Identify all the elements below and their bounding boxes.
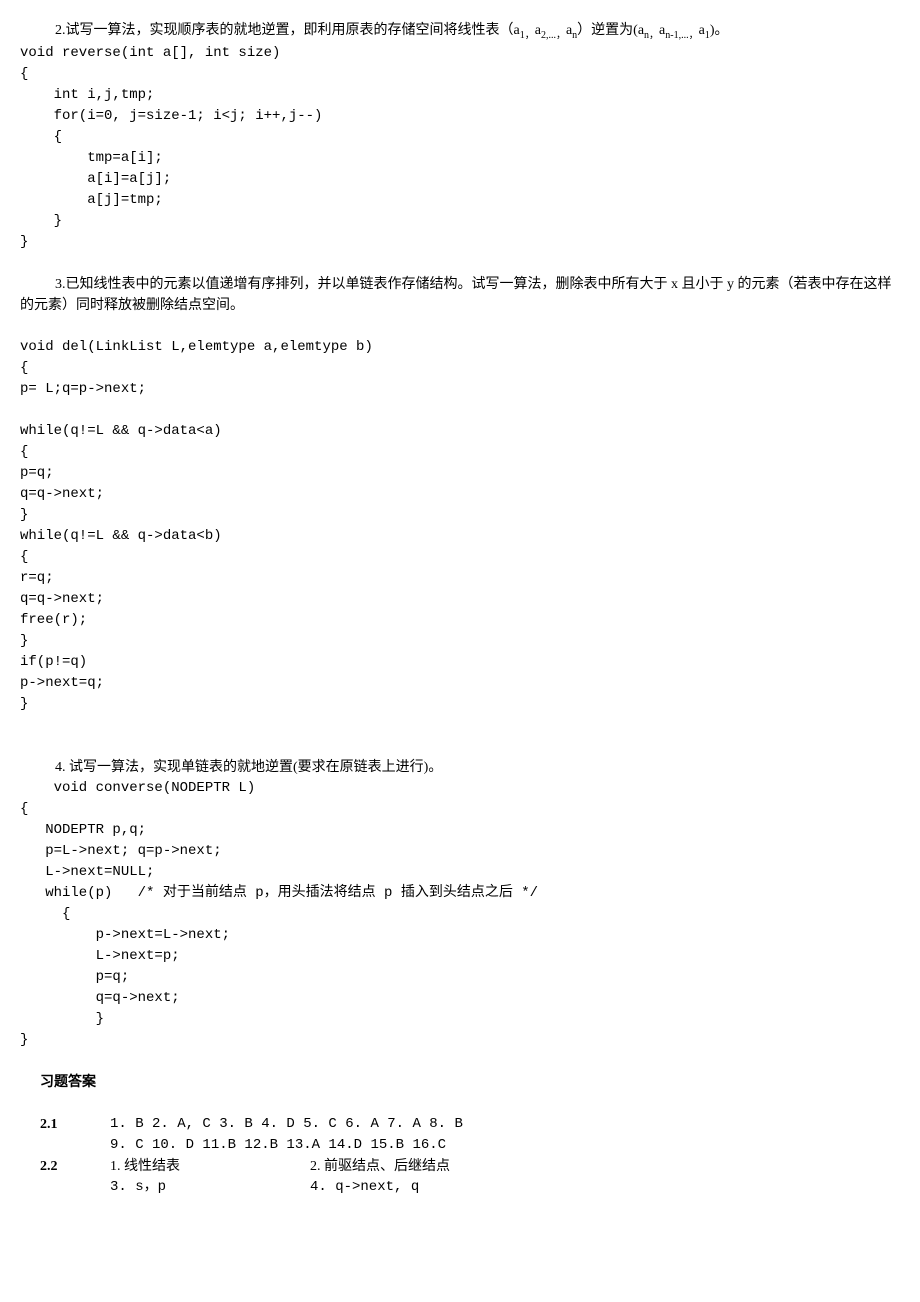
q2-title-mid: ）逆置为(a [577, 23, 644, 38]
answers-2-2-row1: 2.2 1. 线性结表 2. 前驱结点、后继结点 [20, 1156, 900, 1177]
answers-2-2-item1: 1. 线性结表 [110, 1156, 310, 1177]
answers-2-2-item2: 2. 前驱结点、后继结点 [310, 1156, 450, 1177]
q2-sub1: 1， [520, 30, 535, 41]
answers-2-2-row2: 3. s，p 4. q->next, q [20, 1177, 900, 1198]
answers-2-1-label: 2.1 [20, 1114, 110, 1135]
answers-2-1-row2: 9. C 10. D 11.B 12.B 13.A 14.D 15.B 16.C [20, 1135, 900, 1156]
answers-2-1-line2: 9. C 10. D 11.B 12.B 13.A 14.D 15.B 16.C [110, 1135, 900, 1156]
q2-title: 2.试写一算法，实现顺序表的就地逆置，即利用原表的存储空间将线性表（a1，a2,… [20, 20, 900, 43]
answers-2-2-item3: 3. s，p [110, 1177, 310, 1198]
answers-2-2-item4: 4. q->next, q [310, 1177, 419, 1198]
answers-2-2-label: 2.2 [20, 1156, 110, 1177]
q2-subn2: n， [644, 30, 659, 41]
q2-title-pre: 2.试写一算法，实现顺序表的就地逆置，即利用原表的存储空间将线性表（a [55, 23, 520, 38]
q2-code: void reverse(int a[], int size) { int i,… [20, 43, 900, 253]
q2-title-end: )。 [710, 23, 729, 38]
q2-subn1: n-1,...， [665, 30, 698, 41]
answers-2-1-row1: 2.1 1. B 2. A, C 3. B 4. D 5. C 6. A 7. … [20, 1114, 900, 1135]
answers-2-1-line1: 1. B 2. A, C 3. B 4. D 5. C 6. A 7. A 8.… [110, 1114, 900, 1135]
q2-sub2: 2,...， [541, 30, 566, 41]
q4-title: 4. 试写一算法，实现单链表的就地逆置(要求在原链表上进行)。 [20, 757, 900, 778]
answers-header: 习题答案 [20, 1072, 900, 1093]
q3-code: void del(LinkList L,elemtype a,elemtype … [20, 337, 900, 715]
q3-title: 3.已知线性表中的元素以值递增有序排列，并以单链表作存储结构。试写一算法，删除表… [20, 274, 900, 316]
q4-code: void converse(NODEPTR L) { NODEPTR p,q; … [20, 778, 900, 1051]
